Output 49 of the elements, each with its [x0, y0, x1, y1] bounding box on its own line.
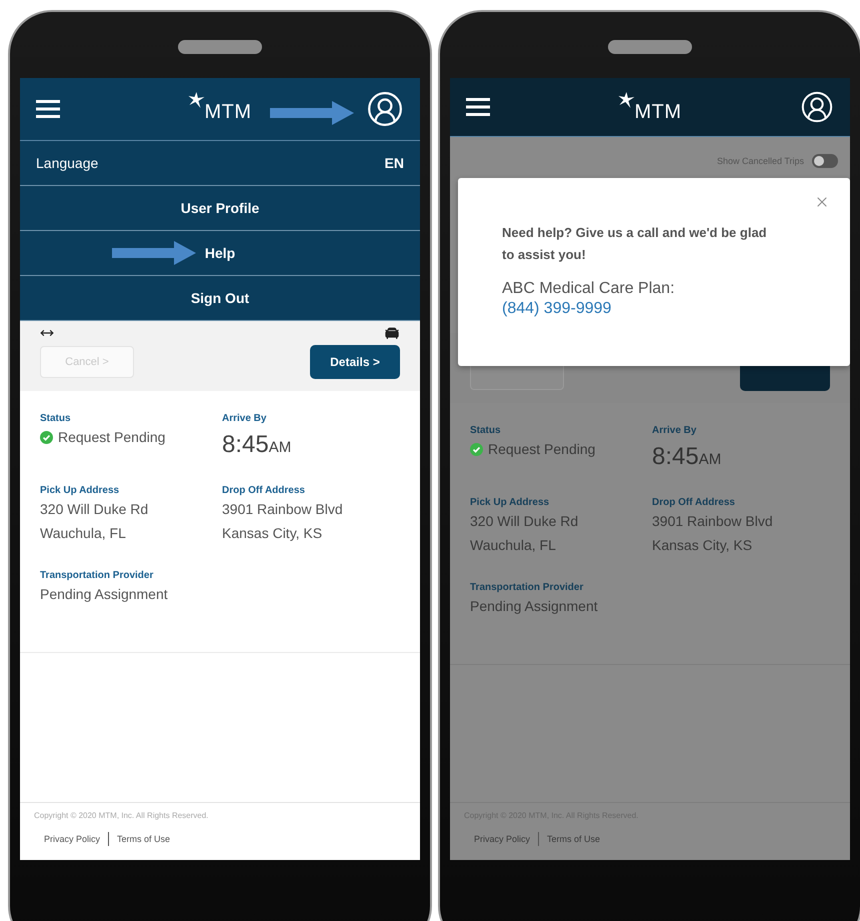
- status-value: Request Pending: [488, 440, 596, 459]
- field-value: Kansas City, KS: [652, 536, 754, 555]
- car-icon: [384, 325, 400, 341]
- logo-star-icon: [188, 92, 204, 108]
- arrival-time: 8:45AM: [652, 443, 722, 471]
- check-circle-icon: [470, 443, 483, 456]
- profile-icon[interactable]: [800, 90, 834, 124]
- phone-link[interactable]: (844) 399-9999: [502, 300, 612, 318]
- status-value: Request Pending: [58, 428, 166, 447]
- field-value: 320 Will Duke Rd: [470, 512, 580, 531]
- field-label: Transportation Provider: [40, 570, 154, 581]
- menu-item[interactable]: Sign Out: [20, 276, 420, 321]
- field-value: Pending Assignment: [470, 597, 599, 616]
- check-circle-icon: [40, 431, 53, 444]
- field-value: Wauchula, FL: [470, 536, 557, 555]
- field-label: Pick Up Address: [470, 497, 550, 508]
- field-value: 3901 Rainbow Blvd: [222, 500, 344, 519]
- field-label: Status: [40, 413, 72, 424]
- help-message: Need help? Give us a call and we'd be glad to assist you!: [502, 224, 768, 264]
- field-label: Pick Up Address: [40, 485, 120, 496]
- menu-icon[interactable]: [466, 97, 490, 117]
- field-value: Kansas City, KS: [222, 524, 324, 543]
- field-label: Status: [470, 425, 502, 436]
- field-label: Drop Off Address: [652, 497, 736, 508]
- field-label: Arrive By: [222, 413, 268, 424]
- footer-link[interactable]: Terms of Use: [117, 834, 170, 844]
- copyright-text: Copyright © 2020 MTM, Inc. All Rights Reserved.: [34, 811, 210, 820]
- menu-item[interactable]: Help: [20, 231, 420, 276]
- profile-icon[interactable]: [366, 90, 404, 128]
- plan-name: ABC Medical Care Plan:: [502, 280, 676, 298]
- field-label: Transportation Provider: [470, 582, 584, 593]
- field-value: Pending Assignment: [40, 585, 169, 604]
- language-label: Language: [36, 155, 98, 171]
- footer-link[interactable]: Privacy Policy: [44, 834, 100, 844]
- arrival-time: 8:45AM: [222, 431, 292, 459]
- toggle-switch[interactable]: [812, 154, 838, 168]
- field-value: 3901 Rainbow Blvd: [652, 512, 774, 531]
- menu-item[interactable]: User Profile: [20, 186, 420, 231]
- field-value: 320 Will Duke Rd: [40, 500, 150, 519]
- language-row[interactable]: Language EN: [20, 141, 420, 186]
- field-label: Arrive By: [652, 425, 698, 436]
- field-label: Drop Off Address: [222, 485, 306, 496]
- field-value: Wauchula, FL: [40, 524, 127, 543]
- logo-text: MTM: [634, 101, 682, 124]
- language-value: EN: [384, 155, 404, 171]
- logo-star-icon: [618, 92, 634, 108]
- menu-icon[interactable]: [36, 99, 60, 119]
- logo-text: MTM: [204, 101, 252, 124]
- details-button[interactable]: Details >: [310, 345, 400, 379]
